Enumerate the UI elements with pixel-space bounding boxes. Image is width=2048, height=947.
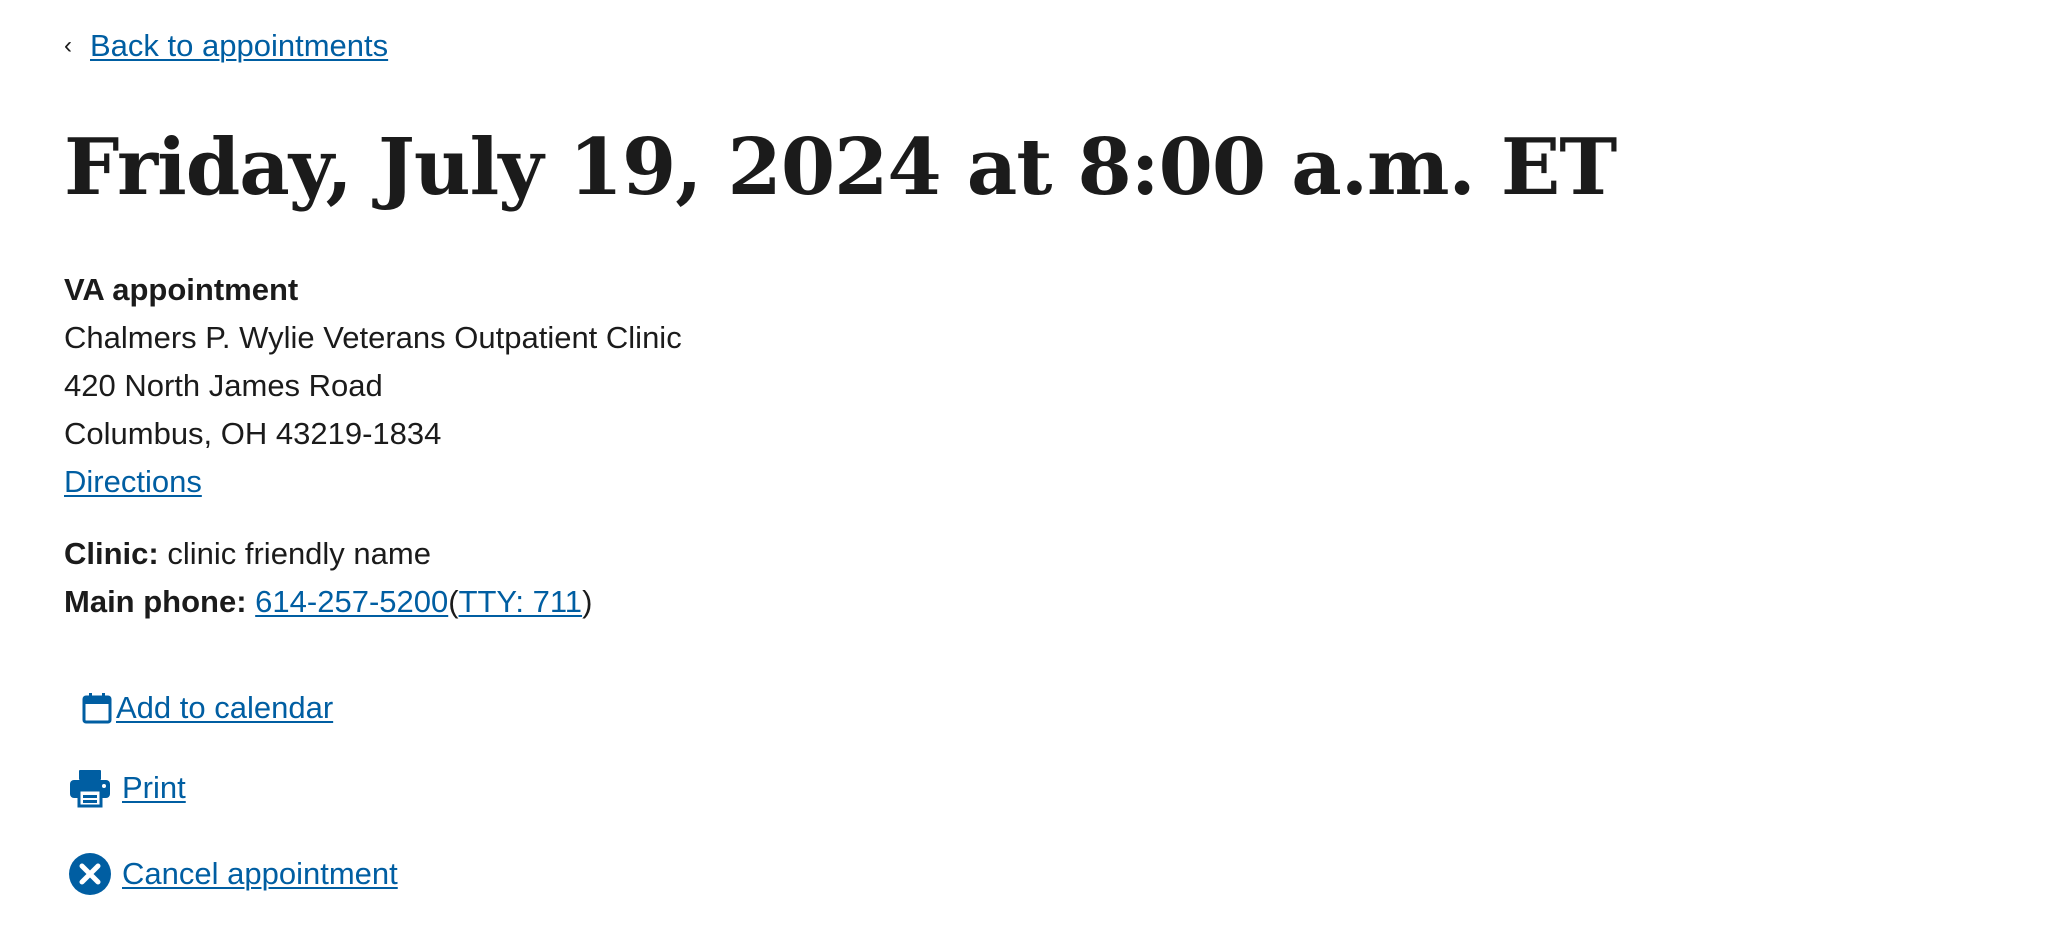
clinic-label: Clinic: xyxy=(64,536,159,571)
facility-street: 420 North James Road xyxy=(64,368,383,403)
main-phone-label: Main phone: xyxy=(64,584,247,619)
back-nav: ‹ Back to appointments xyxy=(64,26,388,66)
appointment-type: VA appointment xyxy=(64,272,299,307)
facility-city-state-zip: Columbus, OH 43219-1834 xyxy=(64,416,442,451)
tty-close-paren: ) xyxy=(582,584,593,619)
page-title: Friday, July 19, 2024 at 8:00 a.m. ET xyxy=(64,122,1617,213)
calendar-icon xyxy=(72,692,122,724)
back-to-appointments-link[interactable]: Back to appointments xyxy=(90,26,388,66)
print-action: Print xyxy=(64,768,186,808)
print-link[interactable]: Print xyxy=(122,768,186,808)
clinic-name: clinic friendly name xyxy=(167,536,431,571)
cancel-action: Cancel appointment xyxy=(64,852,398,896)
tty-open-paren: ( xyxy=(448,584,459,619)
phone-line: Main phone: 614-257-5200(TTY: 711) xyxy=(64,578,592,626)
tty-link[interactable]: TTY: 711 xyxy=(459,584,583,619)
directions-link[interactable]: Directions xyxy=(64,464,202,499)
cancel-appointment-link[interactable]: Cancel appointment xyxy=(122,854,398,894)
appointment-details: VA appointment Chalmers P. Wylie Veteran… xyxy=(64,266,682,506)
printer-icon xyxy=(66,768,114,808)
cancel-circle-icon xyxy=(66,852,114,896)
chevron-left-icon: ‹ xyxy=(64,32,72,59)
clinic-info: Clinic: clinic friendly name Main phone:… xyxy=(64,530,592,626)
main-phone-link[interactable]: 614-257-5200 xyxy=(255,584,448,619)
add-to-calendar-link[interactable]: Add to calendar xyxy=(116,688,333,728)
facility-name: Chalmers P. Wylie Veterans Outpatient Cl… xyxy=(64,320,682,355)
add-to-calendar-action: Add to calendar xyxy=(64,688,333,728)
clinic-line: Clinic: clinic friendly name xyxy=(64,530,592,578)
